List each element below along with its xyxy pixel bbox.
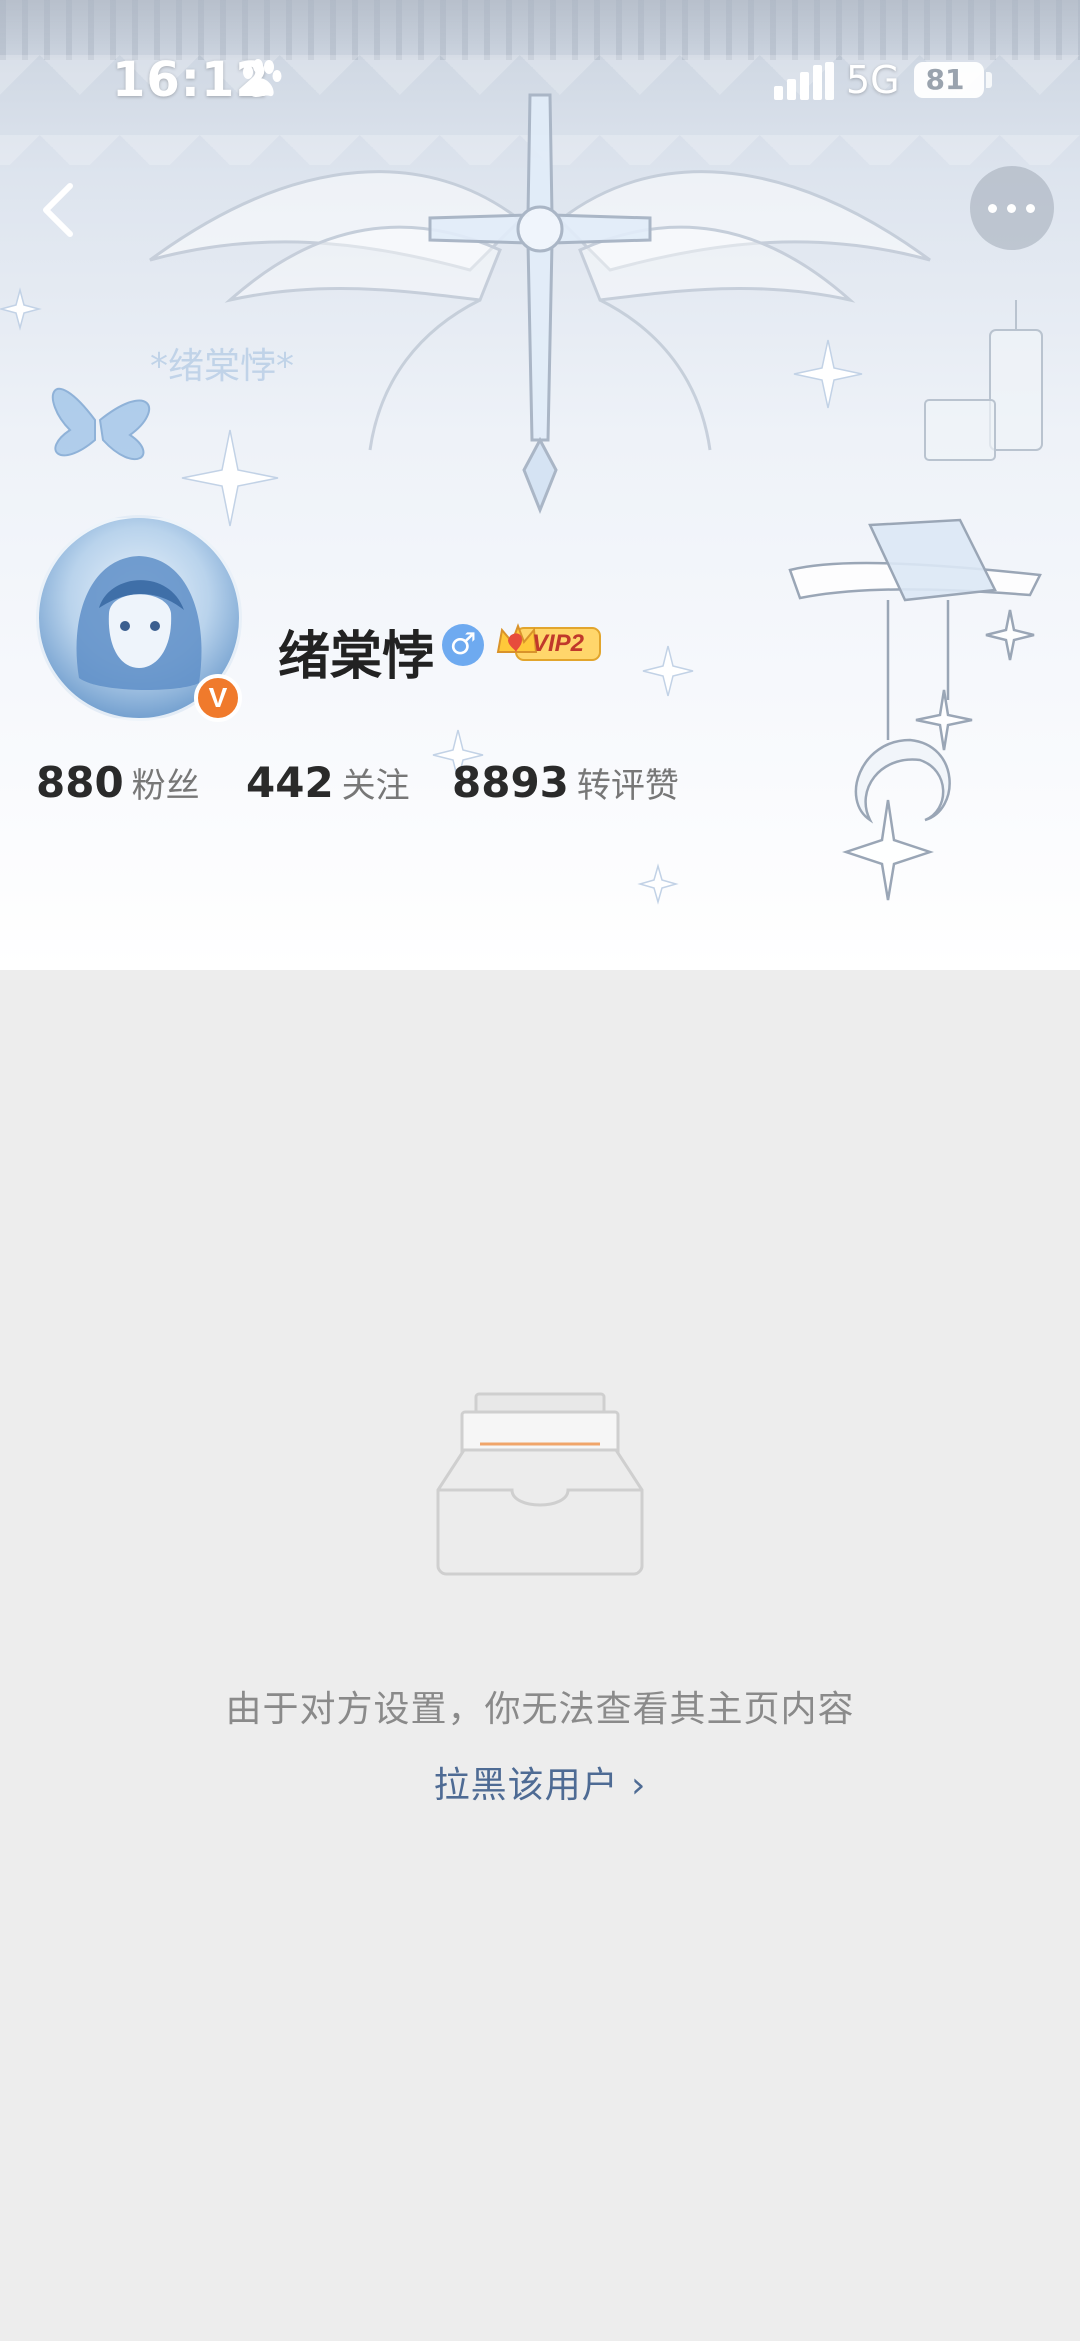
stat-reposts-comments-likes[interactable]: 8893 转评赞 [452, 758, 679, 807]
status-bar: 16:12 5G 81 [0, 0, 1080, 150]
verified-badge: V [194, 674, 242, 722]
paw-icon [243, 59, 282, 97]
restricted-message: 由于对方设置，你无法查看其主页内容 [225, 1689, 855, 1730]
stat-label: 转评赞 [576, 766, 679, 806]
vip-label: VIP2 [532, 630, 585, 657]
back-button[interactable] [22, 170, 102, 250]
more-options-button[interactable] [970, 166, 1054, 250]
stat-value: 880 [36, 758, 124, 807]
network-type: 5G [846, 58, 900, 102]
stat-following[interactable]: 442 关注 [246, 758, 410, 807]
chevron-left-icon [43, 183, 73, 237]
stat-value: 442 [246, 758, 334, 807]
battery-tip [986, 72, 992, 88]
battery-icon: 81 [914, 62, 984, 98]
male-gender-icon: ♂ [442, 624, 484, 666]
stat-followers[interactable]: 880 粉丝 [36, 758, 200, 807]
profile-username: 绪棠悖 [278, 627, 435, 687]
stat-value: 8893 [452, 758, 569, 807]
stat-label: 粉丝 [131, 766, 200, 806]
vip-badge[interactable]: VIP2 [496, 622, 602, 666]
block-user-link[interactable]: 拉黑该用户 › [0, 1756, 1080, 1808]
battery-level: 81 [925, 63, 965, 96]
stat-label: 关注 [341, 766, 410, 806]
signal-bars-icon [774, 62, 834, 100]
empty-inbox-icon [436, 1392, 644, 1576]
svg-text:*绪棠悖*: *绪棠悖* [150, 346, 294, 387]
